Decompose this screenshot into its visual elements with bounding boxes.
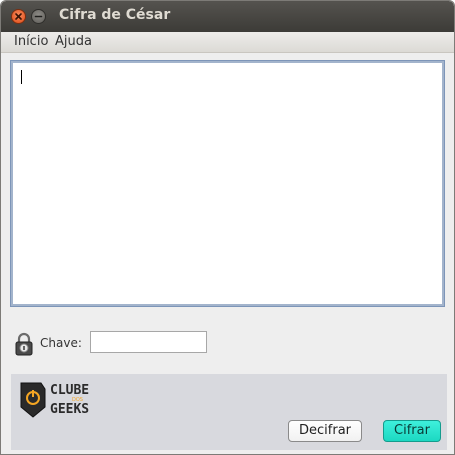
- menu-ajuda[interactable]: Ajuda: [55, 34, 92, 49]
- message-text-area[interactable]: [10, 60, 445, 307]
- minimize-icon: [34, 15, 43, 18]
- close-icon: [15, 13, 22, 20]
- app-window: Cifra de César Início Ajuda Chave: CLUBE…: [0, 0, 455, 455]
- clube-dos-geeks-logo: CLUBE DOS GEEKS: [20, 382, 89, 418]
- text-caret: [21, 70, 22, 84]
- minimize-button[interactable]: [31, 9, 46, 24]
- logo-text-geeks: GEEKS: [50, 402, 89, 417]
- title-bar[interactable]: Cifra de César: [1, 1, 454, 32]
- content-panel: Chave: CLUBE DOS GEEKS Decifrar Cifrar: [1, 53, 454, 454]
- window-title: Cifra de César: [59, 7, 171, 23]
- menu-bar: Início Ajuda: [1, 32, 454, 53]
- logo-text-clube: CLUBE: [50, 383, 89, 398]
- menu-inicio[interactable]: Início: [14, 34, 48, 49]
- close-button[interactable]: [11, 9, 26, 24]
- padlock-icon: [15, 332, 33, 356]
- key-input[interactable]: [90, 331, 207, 353]
- key-label: Chave:: [40, 336, 82, 350]
- bottom-panel: CLUBE DOS GEEKS Decifrar Cifrar: [11, 374, 447, 450]
- decrypt-button[interactable]: Decifrar: [288, 420, 362, 442]
- encrypt-button[interactable]: Cifrar: [383, 420, 441, 442]
